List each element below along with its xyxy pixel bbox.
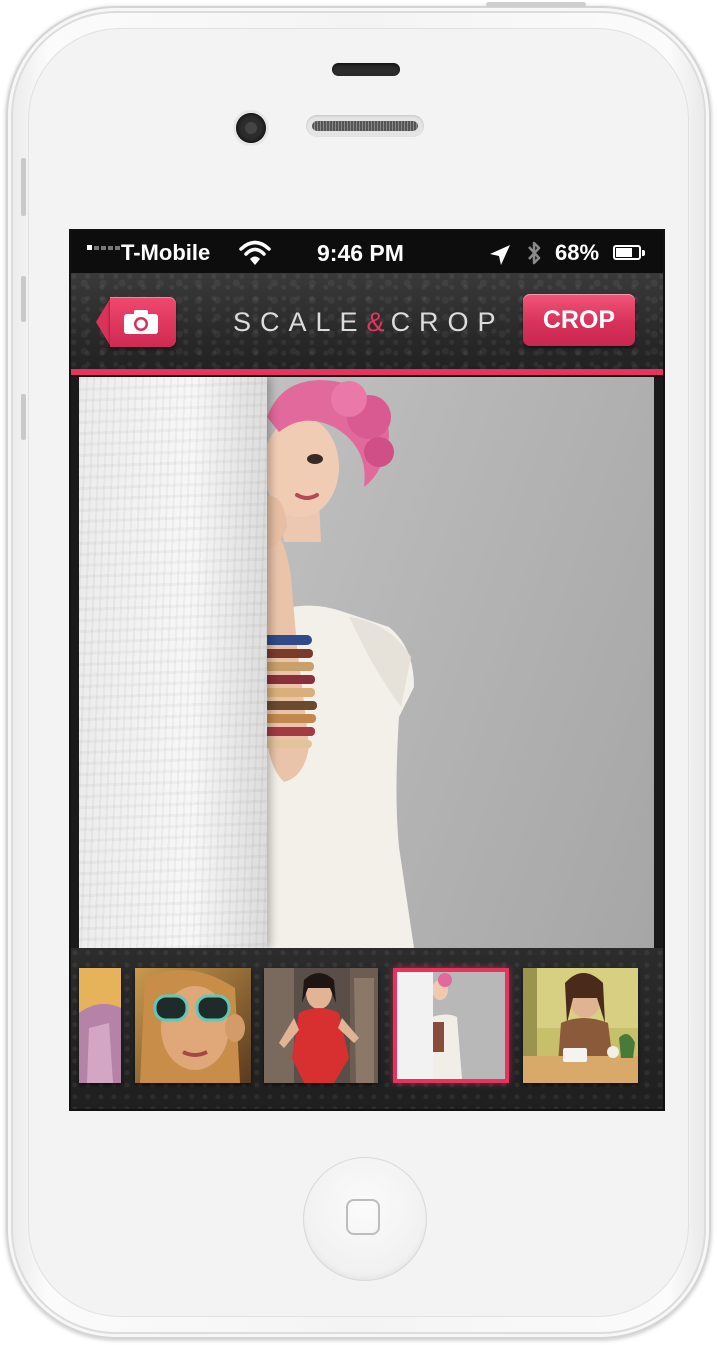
photo-pink-clothes-icon (79, 968, 121, 1083)
photo-woman-sunglasses-icon (135, 968, 251, 1083)
app-screen: T-Mobile 9:46 PM 68% SCALE&CROP CROP (71, 231, 663, 1109)
location-arrow-icon (490, 245, 510, 265)
logo-crop: CROP (390, 307, 505, 337)
volume-down-button (21, 394, 26, 440)
app-logo: SCALE&CROP (233, 307, 505, 338)
main-photo[interactable] (79, 377, 654, 948)
battery-percent: 68% (555, 240, 600, 265)
button-point (96, 297, 111, 347)
battery-icon (613, 245, 645, 260)
thumbnail-strip (71, 948, 663, 1109)
nav-bar: SCALE&CROP CROP (71, 273, 663, 369)
bluetooth-icon (528, 241, 541, 265)
mute-switch (21, 158, 26, 216)
wifi-icon (239, 240, 271, 265)
thumbnail-1[interactable] (79, 968, 121, 1083)
home-button[interactable] (303, 1157, 427, 1281)
camera-back-button[interactable] (96, 297, 176, 347)
white-wall (79, 377, 267, 948)
photo-woman-behind-wall-icon (397, 972, 505, 1079)
carrier-label: T-Mobile (121, 240, 211, 265)
thumbnail-2[interactable] (135, 968, 251, 1083)
camera-icon (124, 310, 158, 334)
logo-scale: SCALE (233, 307, 367, 337)
crop-button[interactable]: CROP (523, 294, 635, 346)
logo-ampersand: & (366, 307, 391, 337)
thumbnail-3[interactable] (264, 968, 378, 1083)
photo-woman-red-dress-icon (264, 968, 378, 1083)
proximity-sensor (332, 63, 400, 76)
thumbnail-5[interactable] (523, 968, 638, 1083)
photo-woman-cafe-icon (523, 968, 638, 1083)
signal-icon (87, 245, 120, 250)
status-bar: T-Mobile 9:46 PM 68% (71, 231, 663, 273)
accent-divider (71, 369, 663, 375)
volume-up-button (21, 276, 26, 322)
front-camera (236, 113, 266, 143)
home-square-icon (346, 1199, 380, 1235)
thumbnail-4-selected[interactable] (393, 968, 509, 1083)
clock: 9:46 PM (317, 240, 404, 266)
earpiece-speaker (306, 115, 424, 137)
power-button (486, 2, 586, 7)
